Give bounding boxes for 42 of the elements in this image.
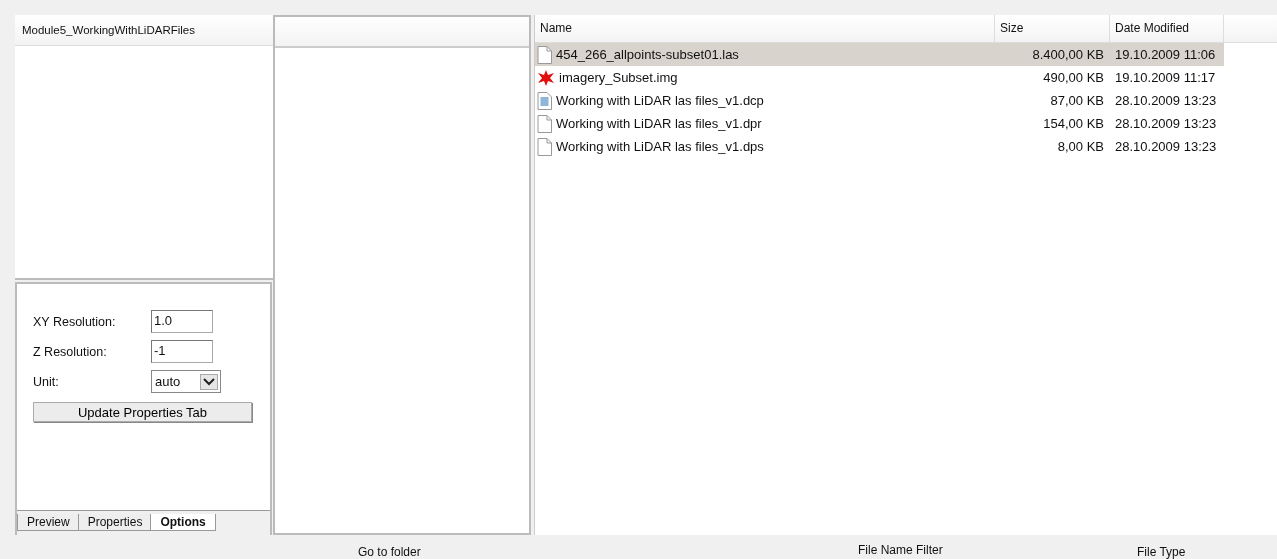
field-label: Unit: [33,374,60,389]
file-name: Working with LiDAR las files_v1.dpr [556,116,762,131]
file-name: 454_266_allpoints-subset01.las [556,47,739,62]
field-label: XY Resolution: [33,314,117,329]
file-date: 19.10.2009 11:17 [1114,70,1217,85]
file-row[interactable]: Working with LiDAR las files_v1.dcp 87,00 KB 28.10.2009 13:23 [535,89,1224,112]
unit-dropdown[interactable]: auto [151,370,221,393]
file-row[interactable]: Working with LiDAR las files_v1.dps 8,00 KB 28.10.2009 13:23 [535,135,1224,158]
file-name: Working with LiDAR las files_v1.dps [556,139,764,154]
go-to-folder-label: Go to folder [358,545,421,559]
input-field[interactable]: -1 [151,340,213,363]
field-label: Z Resolution: [33,344,108,359]
file-size: 154,00 KB [1042,116,1105,131]
file-row[interactable]: Working with LiDAR las files_v1.dpr 154,00 KB 28.10.2009 13:23 [535,112,1224,135]
document-icon [537,91,552,110]
file-date: 28.10.2009 13:23 [1114,139,1218,154]
file-type-label: File Type [1137,545,1186,559]
file-name-filter-label: File Name Filter [858,543,943,557]
file-size: 87,00 KB [1049,93,1105,108]
column-header[interactable]: Name [535,15,995,42]
column-header[interactable]: Date Modified [1110,15,1224,42]
file-size: 490,00 KB [1042,70,1105,85]
file-size: 8.400,00 KB [1031,47,1105,62]
file-icon [537,45,552,64]
file-date: 19.10.2009 11:06 [1114,47,1217,62]
file-date: 28.10.2009 13:23 [1114,116,1218,131]
tab[interactable]: Properties [77,514,153,531]
file-row[interactable]: imagery_Subset.img 490,00 KB 19.10.2009 11:17 [535,66,1224,89]
file-size: 8,00 KB [1056,139,1105,154]
file-icon [537,137,552,156]
file-row[interactable]: 454_266_allpoints-subset01.las 8.400,00 KB 19.10.2009 11:06 [535,43,1224,66]
tab[interactable]: Options [150,514,216,531]
file-icon [537,114,552,133]
file-name: Working with LiDAR las files_v1.dcp [556,93,764,108]
splat-icon [537,68,555,87]
column-header[interactable]: Size [995,15,1110,42]
input-field[interactable]: 1.0 [151,310,213,333]
file-name: imagery_Subset.img [559,70,678,85]
update-properties-button[interactable]: Update Properties Tab [33,402,252,422]
file-date: 28.10.2009 13:23 [1114,93,1218,108]
chevron-down-icon [200,373,218,390]
tab[interactable]: Preview [17,514,80,531]
